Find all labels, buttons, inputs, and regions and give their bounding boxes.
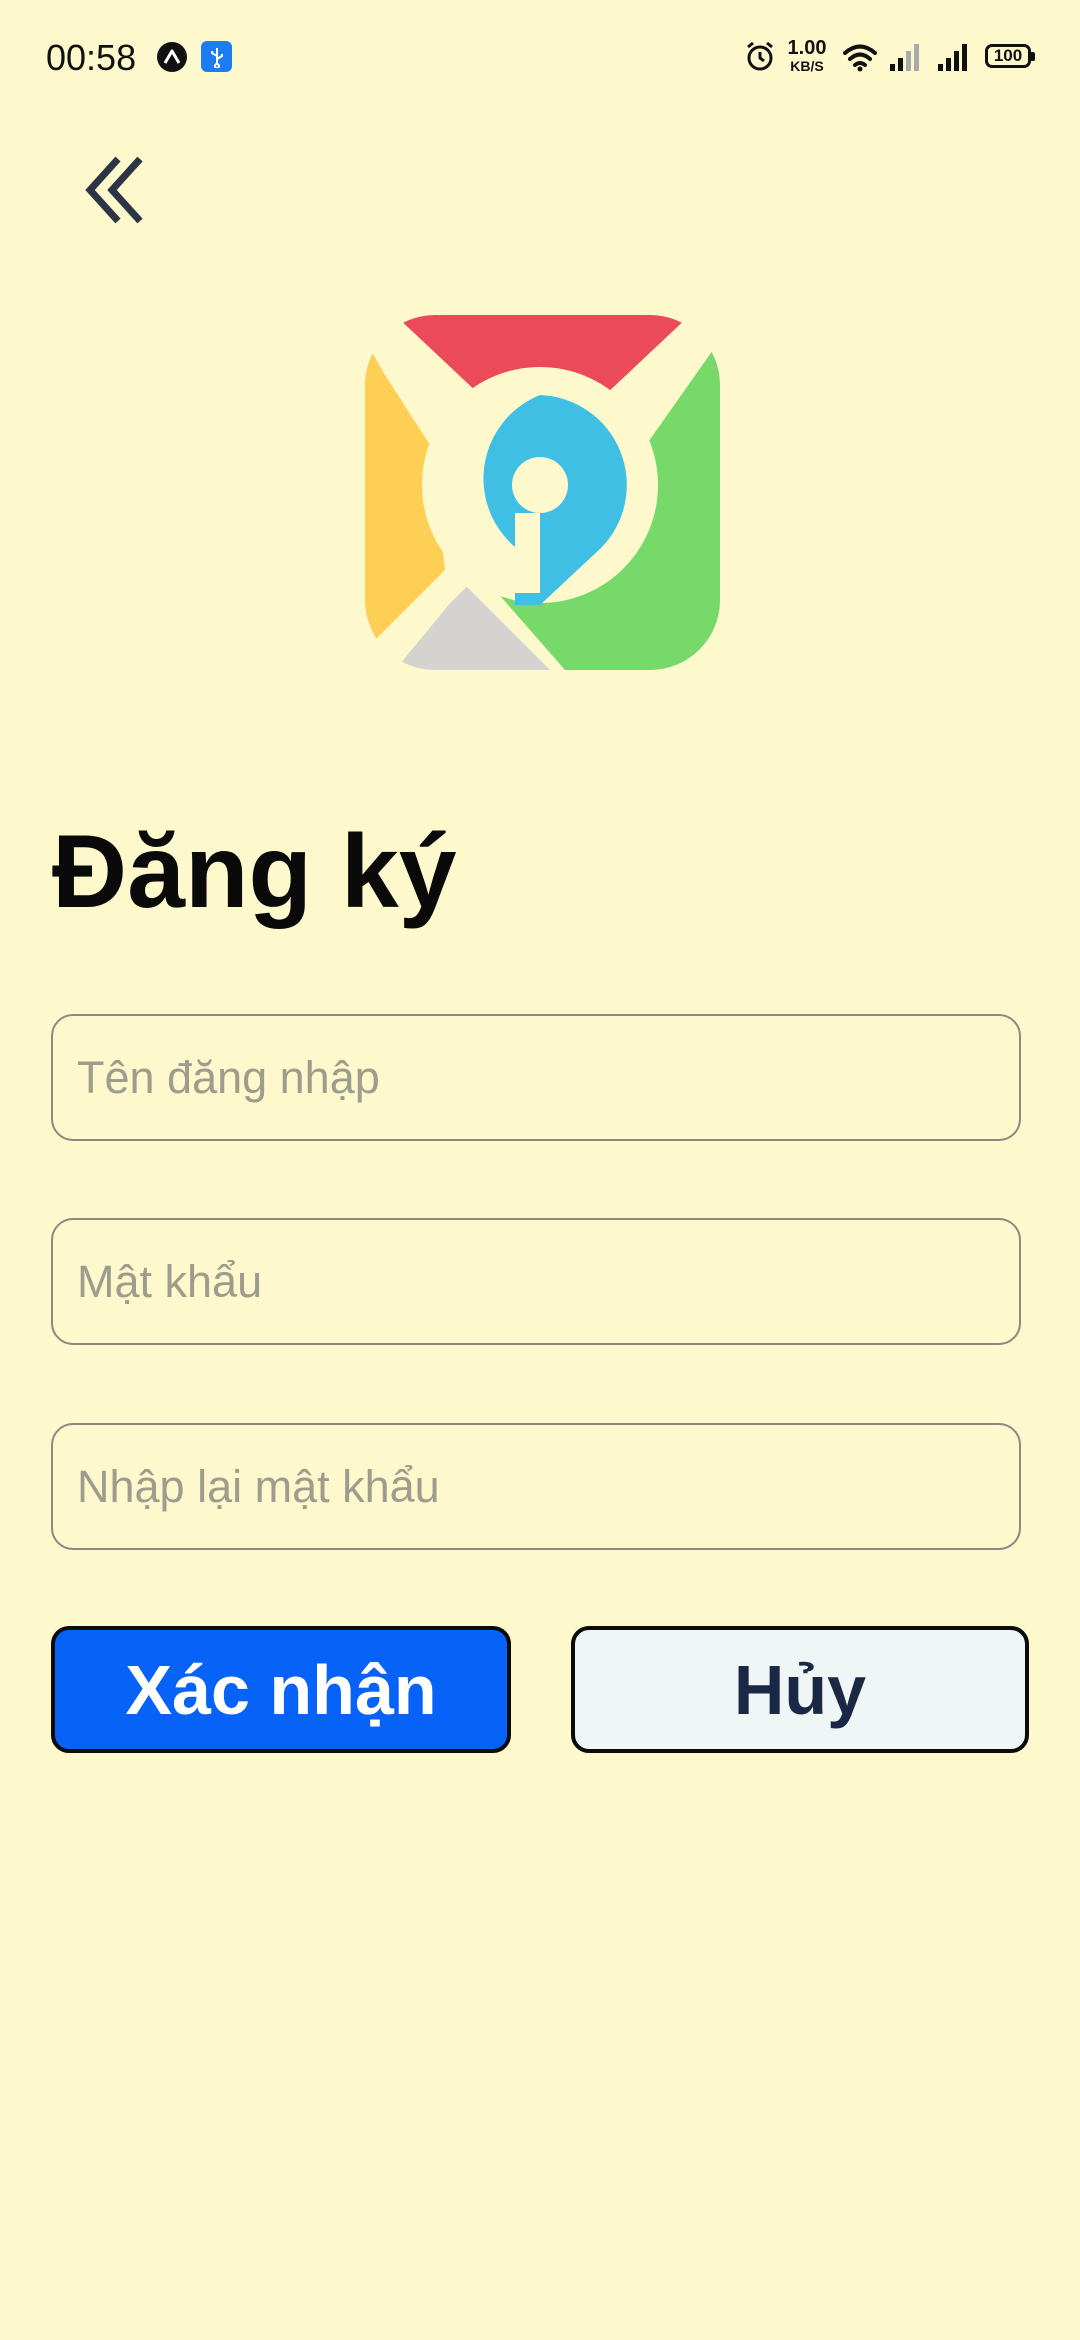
app-notification-icon (157, 42, 187, 72)
wifi-icon (842, 42, 878, 72)
back-button[interactable] (70, 145, 160, 235)
battery-level: 100 (993, 46, 1023, 65)
password-input[interactable] (51, 1218, 1021, 1345)
battery-icon: 100 (985, 44, 1035, 68)
cancel-button-label: Hủy (733, 1650, 867, 1729)
double-chevron-left-icon (85, 156, 143, 224)
status-time: 00:58 (46, 37, 137, 78)
usb-icon (201, 41, 232, 72)
network-speed: 1.00 KB/S (784, 38, 830, 73)
signal-full-icon (936, 42, 972, 72)
network-speed-unit: KB/S (790, 58, 824, 74)
confirm-password-input[interactable] (51, 1423, 1021, 1550)
network-speed-value: 1.00 (787, 37, 827, 59)
username-input[interactable] (51, 1014, 1021, 1141)
confirm-button-label: Xác nhận (125, 1650, 437, 1729)
signal-weak-icon (888, 42, 924, 72)
page-title: Đăng ký (52, 814, 457, 930)
confirm-button[interactable]: Xác nhận (51, 1626, 511, 1753)
cancel-button[interactable]: Hủy (571, 1626, 1029, 1753)
app-logo (355, 305, 730, 680)
alarm-icon (745, 40, 775, 72)
